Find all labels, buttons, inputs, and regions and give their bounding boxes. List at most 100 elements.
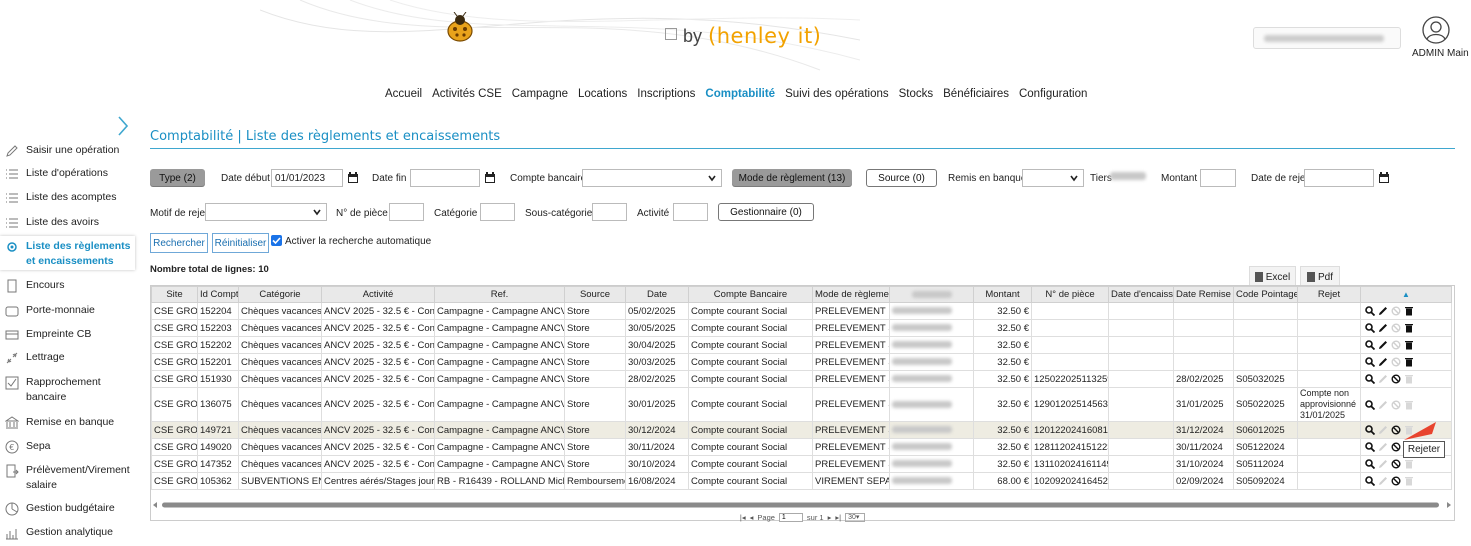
calendar-icon[interactable] [481, 169, 499, 187]
pencil-edit-icon[interactable] [1378, 400, 1388, 410]
export-pdf-tab[interactable]: Pdf [1300, 266, 1340, 287]
next-page-icon[interactable]: ▸ [828, 513, 832, 522]
prev-page-icon[interactable]: ◂ [750, 513, 754, 522]
pencil-edit-icon[interactable] [1378, 374, 1388, 384]
compte-bancaire-select[interactable] [582, 169, 722, 187]
auto-search-checkbox[interactable] [271, 235, 282, 246]
nav-beneficiaires[interactable]: Bénéficiaires [938, 88, 1014, 100]
export-excel-tab[interactable]: Excel [1249, 266, 1296, 287]
trash-icon[interactable] [1404, 306, 1414, 316]
reinitialiser-button[interactable]: Réinitialiser [212, 233, 269, 253]
user-name[interactable]: ADMIN Main [1412, 48, 1469, 59]
sidebar-item-sepa[interactable]: € Sepa [0, 439, 135, 454]
sidebar-item-empreinte-cb[interactable]: Empreinte CB [0, 327, 135, 342]
trash-icon[interactable] [1404, 323, 1414, 333]
table-row[interactable]: CSE GROUPE151930Chèques vacancesANCV 202… [151, 370, 1452, 388]
reject-circle-icon[interactable] [1391, 306, 1401, 316]
nav-locations[interactable]: Locations [573, 88, 632, 100]
table-row[interactable]: CSE GROUPE152201Chèques vacancesANCV 202… [151, 353, 1452, 371]
col-ref[interactable]: Ref. [434, 286, 565, 303]
sidebar-item-gestion-budgetaire[interactable]: Gestion budgétaire [0, 501, 135, 516]
site-selector[interactable] [1253, 27, 1401, 49]
search-icon[interactable] [1365, 357, 1375, 367]
table-row[interactable]: CSE GROUPE147352Chèques vacancesANCV 202… [151, 455, 1452, 473]
col-piece[interactable]: N° de pièce [1031, 286, 1109, 303]
sidebar-item-porte-monnaie[interactable]: Porte-monnaie [0, 303, 135, 318]
table-row[interactable]: CSE GROUPE149721Chèques vacancesANCV 202… [151, 421, 1452, 439]
user-avatar-icon[interactable] [1422, 16, 1450, 44]
search-icon[interactable] [1365, 459, 1375, 469]
sous-categorie-input[interactable] [592, 203, 627, 221]
col-source[interactable]: Source [564, 286, 626, 303]
col-mode-reglement[interactable]: Mode de règlement [812, 286, 890, 303]
categorie-input[interactable] [480, 203, 515, 221]
reject-circle-icon[interactable] [1391, 459, 1401, 469]
reject-circle-icon[interactable] [1391, 442, 1401, 452]
montant-input[interactable] [1200, 169, 1236, 187]
col-date[interactable]: Date [625, 286, 689, 303]
trash-icon[interactable] [1404, 476, 1414, 486]
sidebar-item-saisir-operation[interactable]: Saisir une opération [0, 143, 135, 158]
search-icon[interactable] [1365, 306, 1375, 316]
col-site[interactable]: Site [151, 286, 198, 303]
table-row[interactable]: CSE GROUPE152203Chèques vacancesANCV 202… [151, 319, 1452, 337]
sidebar-item-liste-acomptes[interactable]: Liste des acomptes [0, 190, 135, 205]
reject-circle-icon[interactable] [1391, 374, 1401, 384]
search-icon[interactable] [1365, 425, 1375, 435]
sidebar-item-rapprochement-bancaire[interactable]: Rapprochement bancaire [0, 375, 130, 405]
nav-activites-cse[interactable]: Activités CSE [427, 88, 507, 100]
reject-circle-icon[interactable] [1391, 400, 1401, 410]
reject-circle-icon[interactable] [1391, 476, 1401, 486]
sidebar-item-liste-operations[interactable]: Liste d'opérations [0, 166, 135, 181]
motif-rejet-select[interactable] [205, 203, 327, 221]
sidebar-item-lettrage[interactable]: Lettrage [0, 350, 135, 365]
date-fin-input[interactable] [410, 169, 480, 187]
mode-reglement-filter-button[interactable]: Mode de règlement (13) [732, 169, 852, 187]
nav-suivi-operations[interactable]: Suivi des opérations [780, 88, 894, 100]
chevron-right-icon[interactable] [116, 115, 130, 137]
search-icon[interactable] [1365, 399, 1375, 410]
source-filter-button[interactable]: Source (0) [866, 169, 937, 187]
pencil-edit-icon[interactable] [1378, 425, 1388, 435]
search-icon[interactable] [1365, 323, 1375, 333]
trash-icon[interactable] [1404, 340, 1414, 350]
trash-icon[interactable] [1404, 374, 1414, 384]
sidebar-item-liste-reglements[interactable]: Liste des règlements et encaissements [0, 236, 135, 270]
table-row[interactable]: CSE GROUPE105362SUBVENTIONS ENFANTSCentr… [151, 472, 1452, 490]
col-montant[interactable]: Montant [973, 286, 1032, 303]
piece-input[interactable] [389, 203, 424, 221]
sidebar-item-liste-avoirs[interactable]: Liste des avoirs [0, 215, 135, 230]
reject-circle-icon[interactable] [1391, 323, 1401, 333]
col-id-compta[interactable]: Id Compta [197, 286, 239, 303]
nav-campagne[interactable]: Campagne [507, 88, 573, 100]
horizontal-scrollbar[interactable] [151, 501, 1454, 509]
table-row[interactable]: CSE GROUPE149020Chèques vacancesANCV 202… [151, 438, 1452, 456]
activite-input[interactable] [673, 203, 708, 221]
page-size-select[interactable]: 30 ▾ [845, 512, 866, 522]
pencil-edit-icon[interactable] [1378, 357, 1388, 367]
search-icon[interactable] [1365, 340, 1375, 350]
col-date-encaissement[interactable]: Date d'encaissement [1108, 286, 1174, 303]
col-activite[interactable]: Activité [321, 286, 435, 303]
search-icon[interactable] [1365, 374, 1375, 384]
date-rejet-input[interactable] [1304, 169, 1374, 187]
sidebar-item-remise-banque[interactable]: Remise en banque [0, 415, 135, 430]
trash-icon[interactable] [1404, 400, 1414, 410]
trash-icon[interactable] [1404, 357, 1414, 367]
search-icon[interactable] [1365, 442, 1375, 452]
calendar-icon[interactable] [344, 169, 362, 187]
search-icon[interactable] [1365, 476, 1375, 486]
nav-stocks[interactable]: Stocks [894, 88, 939, 100]
reject-circle-icon[interactable] [1391, 425, 1401, 435]
sidebar-item-encours[interactable]: Encours [0, 278, 135, 293]
nav-accueil[interactable]: Accueil [380, 88, 427, 100]
pencil-edit-icon[interactable] [1378, 306, 1388, 316]
page-number-input[interactable] [778, 512, 803, 522]
sidebar-item-prelevement-virement[interactable]: Prélèvement/Virement salaire [0, 463, 130, 493]
sidebar-item-gestion-analytique[interactable]: Gestion analytique [0, 525, 135, 540]
nav-comptabilite[interactable]: Comptabilité [700, 88, 780, 100]
gestionnaire-filter-button[interactable]: Gestionnaire (0) [718, 203, 814, 221]
reject-circle-icon[interactable] [1391, 340, 1401, 350]
remis-banque-select[interactable] [1022, 169, 1084, 187]
col-actions[interactable]: ▲ [1360, 286, 1452, 303]
